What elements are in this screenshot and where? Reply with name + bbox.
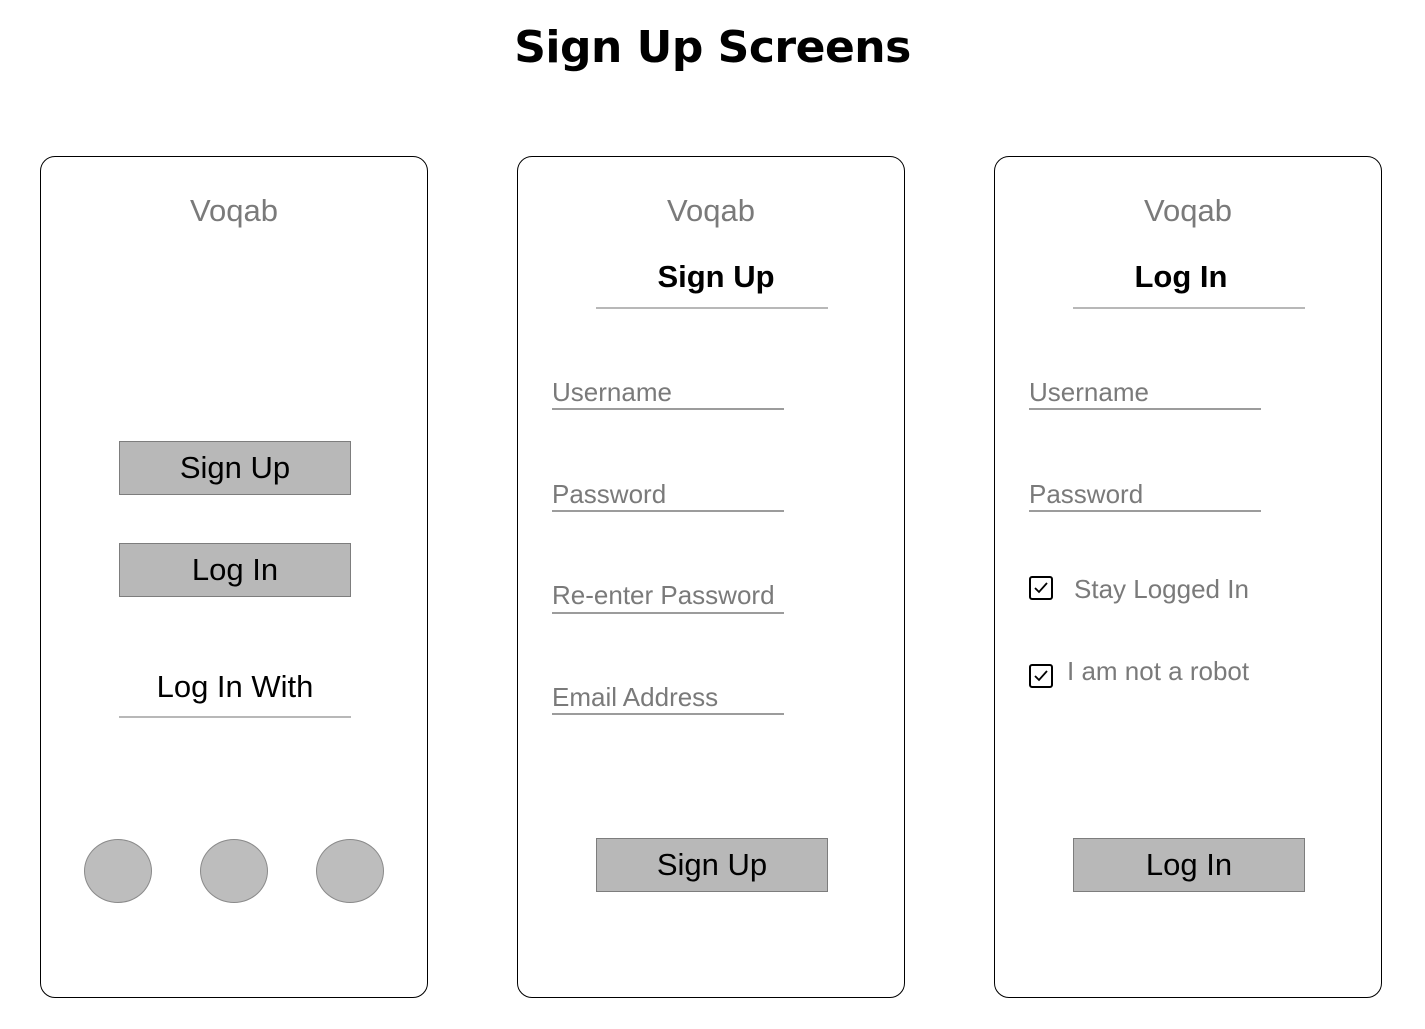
app-name: Voqab (667, 193, 755, 228)
username-field-line (1029, 408, 1261, 410)
log-in-submit-button[interactable]: Log In (1073, 838, 1305, 892)
username-field[interactable]: Username (1029, 377, 1149, 408)
screen-title: Sign Up (657, 259, 775, 294)
sign-up-screen: Voqab Sign Up Username Password Re-enter… (517, 156, 905, 998)
password-field[interactable]: Password (1029, 479, 1143, 510)
log-in-with-label: Log In With (156, 669, 314, 704)
password-field[interactable]: Password (552, 479, 666, 510)
username-field[interactable]: Username (552, 377, 672, 408)
not-robot-label: I am not a robot (1067, 656, 1250, 686)
username-field-line (552, 408, 784, 410)
screen-title: Log In (1134, 259, 1228, 294)
page-title: Sign Up Screens (514, 22, 911, 73)
stay-logged-in-label: Stay Logged In (1074, 574, 1249, 604)
sign-up-button[interactable]: Sign Up (119, 441, 351, 495)
social-login-icon[interactable] (316, 839, 384, 903)
password-field-line (552, 510, 784, 512)
welcome-screen: Voqab Sign Up Log In Log In With (40, 156, 428, 998)
stay-logged-in-checkbox[interactable] (1029, 576, 1053, 600)
reenter-password-field[interactable]: Re-enter Password (552, 580, 775, 611)
title-underline (596, 307, 828, 309)
email-field[interactable]: Email Address (552, 682, 718, 713)
reenter-password-field-line (552, 612, 784, 614)
sign-up-submit-button[interactable]: Sign Up (596, 838, 828, 892)
log-in-screen: Voqab Log In Username Password Stay Logg… (994, 156, 1382, 998)
not-robot-checkbox[interactable] (1029, 664, 1053, 688)
log-in-button[interactable]: Log In (119, 543, 351, 597)
social-login-icon[interactable] (84, 839, 152, 903)
email-field-line (552, 713, 784, 715)
social-login-icon[interactable] (200, 839, 268, 903)
title-underline (1073, 307, 1305, 309)
app-name: Voqab (1144, 193, 1232, 228)
password-field-line (1029, 510, 1261, 512)
checkmark-icon (1034, 670, 1048, 682)
app-name: Voqab (190, 193, 278, 228)
log-in-with-underline (119, 716, 351, 718)
checkmark-icon (1034, 582, 1048, 594)
